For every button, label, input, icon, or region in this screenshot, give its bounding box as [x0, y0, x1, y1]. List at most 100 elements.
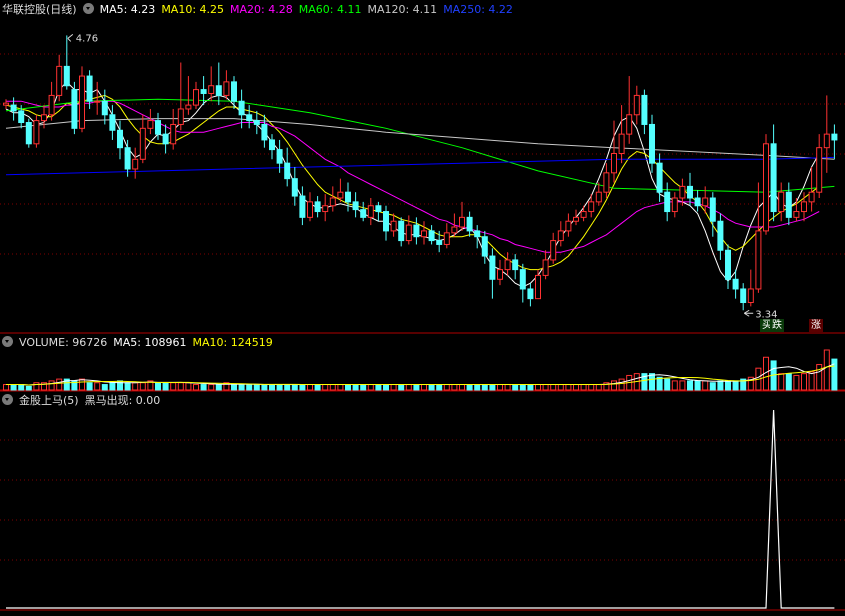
candle-body-up — [580, 211, 587, 218]
candle-body-up — [702, 197, 709, 207]
candle-body-down — [383, 211, 389, 232]
vol-ma5-label: MA5: 108961 — [113, 336, 187, 349]
candle-body-down — [269, 139, 275, 151]
candle-body-up — [595, 191, 602, 203]
candle-body-down — [162, 133, 169, 145]
candle — [603, 163, 610, 198]
candle-body-up — [542, 259, 549, 276]
volume-bar — [314, 384, 321, 391]
candle-body-up — [747, 288, 754, 304]
moving-average-layer — [5, 81, 835, 288]
indicator-label: 金股上马(5) — [19, 394, 79, 407]
volume-bar — [208, 384, 215, 391]
candle — [747, 269, 754, 307]
volume-bar — [702, 380, 709, 391]
candle — [489, 248, 496, 299]
candle-body-up — [816, 147, 823, 193]
volume-bar — [459, 384, 465, 391]
volume-bar — [162, 382, 169, 391]
volume-bar — [177, 382, 184, 391]
volume-bar — [573, 384, 579, 391]
candle-body-up — [573, 216, 579, 222]
volume-bar — [550, 384, 557, 391]
candle-body-down — [656, 162, 663, 193]
candle-body-down — [489, 255, 496, 280]
candle-body-up — [550, 240, 557, 261]
volume-bar — [132, 382, 139, 391]
candle-body-down — [124, 147, 131, 170]
volume-bar — [687, 380, 693, 391]
candle-body-up — [193, 89, 199, 106]
candle — [177, 62, 184, 131]
candle-body-down — [18, 110, 25, 124]
volume-bar — [443, 384, 450, 391]
candle — [322, 194, 329, 222]
candle-body-up — [671, 197, 678, 213]
volume-bar — [215, 384, 222, 391]
volume-bar — [367, 384, 374, 391]
candle — [383, 205, 389, 241]
volume-bar — [86, 382, 93, 391]
chart-canvas[interactable]: 4.763.34 — [0, 0, 845, 613]
candle-body-up — [618, 133, 625, 154]
volume-bar — [276, 384, 283, 391]
volume-bar — [808, 371, 815, 391]
candle — [147, 108, 154, 135]
candle — [740, 283, 747, 311]
candle — [466, 211, 473, 237]
rise-badge[interactable]: 涨 — [809, 319, 823, 332]
candle — [626, 76, 633, 144]
fall-badge-text: 跌 — [772, 320, 782, 331]
candle-body-down — [466, 216, 473, 232]
candle — [291, 167, 298, 206]
candle-body-down — [375, 205, 382, 213]
volume-bar — [261, 384, 268, 391]
candle — [329, 186, 336, 212]
volume-bar — [801, 373, 807, 391]
candle-body-down — [109, 114, 116, 131]
ma20-label: MA20: 4.28 — [230, 3, 293, 16]
main-chart-header: 华联控股(日线) MA5: 4.23 MA10: 4.25 MA20: 4.28 MA6… — [2, 2, 519, 18]
volume-bar — [679, 380, 686, 391]
volume-bar — [725, 380, 731, 391]
candle — [170, 108, 177, 150]
volume-layer — [3, 349, 838, 391]
volume-bar — [557, 384, 564, 391]
candle-body-up — [588, 201, 595, 213]
line-ma60 — [5, 98, 835, 193]
candle-body-up — [94, 100, 101, 103]
volume-bar — [10, 384, 17, 391]
candle-body-up — [603, 172, 610, 193]
candle-body-down — [299, 195, 306, 218]
candle-body-up — [322, 205, 329, 213]
dropdown-icon[interactable] — [2, 394, 13, 405]
candle — [79, 66, 85, 133]
candle — [542, 250, 549, 280]
candle-body-up — [451, 226, 458, 234]
volume-bar — [816, 364, 823, 391]
candle — [421, 221, 427, 245]
candle — [345, 182, 351, 212]
dropdown-icon[interactable] — [2, 336, 13, 347]
candle — [755, 182, 762, 293]
candle — [101, 89, 108, 125]
candle — [474, 225, 481, 249]
volume-bar — [588, 384, 595, 391]
dropdown-icon[interactable] — [82, 3, 94, 14]
volume-bar — [823, 349, 830, 391]
candle-body-up — [56, 65, 63, 96]
volume-bar — [56, 378, 63, 391]
candle-body-down — [246, 114, 253, 122]
volume-bar — [101, 384, 108, 391]
candle-body-down — [709, 197, 716, 222]
candle — [770, 124, 777, 222]
candle-body-up — [801, 201, 807, 213]
volume-bar — [352, 384, 359, 391]
candle-body-up — [443, 232, 450, 245]
volume-bar — [611, 380, 617, 391]
volume-bar — [18, 384, 25, 391]
volume-bar — [405, 384, 412, 391]
volume-bar — [489, 384, 496, 391]
candle-body-up — [633, 94, 640, 116]
fall-badge[interactable]: 跌 — [770, 319, 784, 332]
